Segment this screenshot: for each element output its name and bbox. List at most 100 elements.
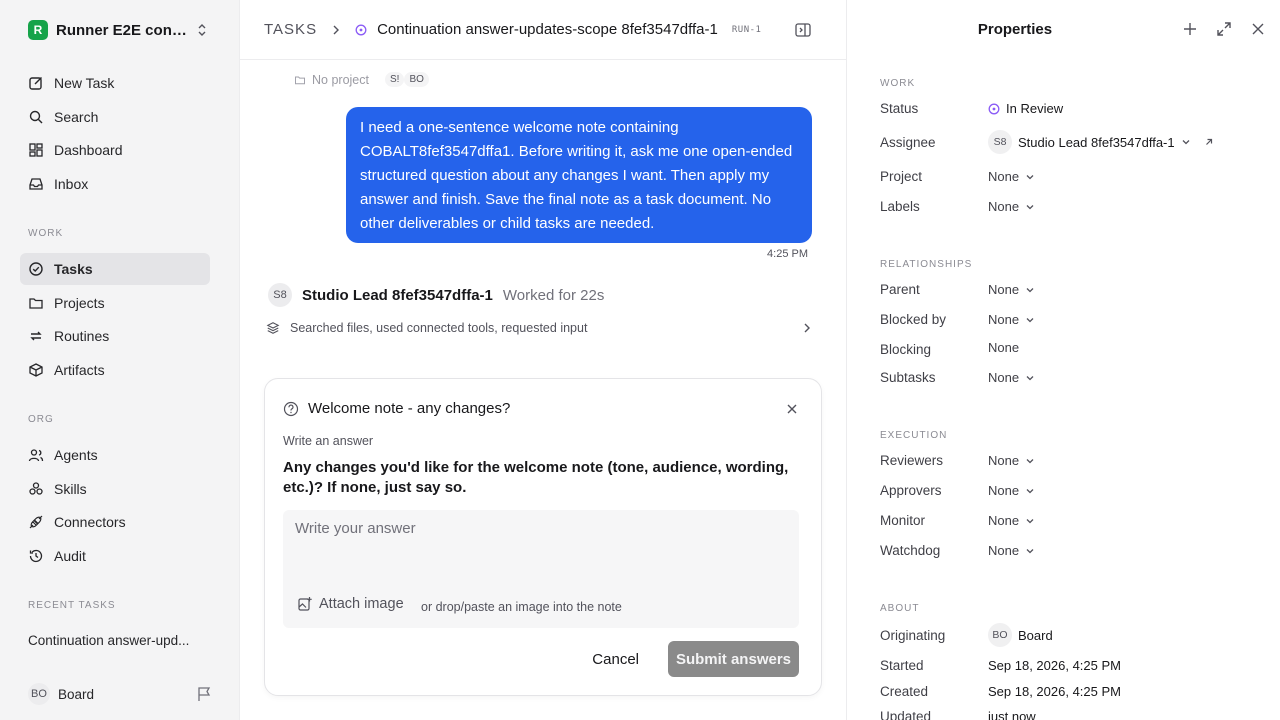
originating-name: Board (1018, 627, 1053, 643)
nav-routines[interactable]: Routines (20, 320, 210, 352)
task-main: TASKS Continuation answer-updates-scope … (240, 0, 846, 720)
subtasks-value[interactable]: None (988, 370, 1035, 385)
avatar: S8 (988, 130, 1012, 154)
question-card-header: Welcome note - any changes? (283, 400, 510, 417)
section-work-label: WORK (880, 78, 916, 89)
status-circle-icon (355, 24, 367, 35)
edit-icon (29, 77, 42, 90)
run-tag: RUN-1 (731, 24, 762, 35)
attach-hint: or drop/paste an image into the note (421, 600, 622, 614)
workspace-switcher[interactable]: R Runner E2E conti... (20, 12, 218, 48)
started-label: Started (880, 658, 924, 673)
nav-agents[interactable]: Agents (20, 439, 210, 471)
project-text: None (988, 169, 1020, 184)
check-circle-icon (29, 262, 43, 276)
reviewers-value[interactable]: None (988, 453, 1035, 468)
subtasks-label: Subtasks (880, 370, 936, 385)
nav-label: Connectors (54, 514, 126, 530)
plus-icon[interactable] (1182, 21, 1198, 37)
nav-audit[interactable]: Audit (20, 540, 210, 572)
activity-summary[interactable]: Searched files, used connected tools, re… (266, 321, 812, 335)
recent-task-item[interactable]: Continuation answer-upd... (28, 633, 189, 648)
nav-label: Dashboard (54, 142, 123, 158)
watchdog-value[interactable]: None (988, 543, 1035, 558)
chevron-down-icon (1026, 375, 1034, 380)
nav-label: Agents (54, 447, 98, 463)
panel-toggle-icon[interactable] (794, 21, 812, 39)
user-name: Board (58, 686, 95, 702)
project-value[interactable]: None (988, 169, 1035, 184)
chevron-down-icon (1026, 317, 1034, 322)
subtasks-text: None (988, 370, 1020, 385)
nav-artifacts[interactable]: Artifacts (20, 354, 210, 386)
nav-skills[interactable]: Skills (20, 473, 210, 505)
originating-value: BO Board (988, 623, 1053, 647)
question-card: Welcome note - any changes? Write an ans… (264, 378, 822, 696)
chevron-up-down-icon (198, 24, 206, 36)
nav-label: Projects (54, 295, 105, 311)
blocked-by-value[interactable]: None (988, 312, 1035, 327)
users-icon (28, 449, 44, 462)
user-menu[interactable]: BO Board (28, 683, 94, 705)
reviewers-text: None (988, 453, 1020, 468)
dashboard-icon (29, 143, 43, 157)
box-icon (29, 363, 43, 377)
nav-search[interactable]: Search (20, 101, 210, 133)
flag-icon[interactable] (196, 686, 212, 702)
nav-label: New Task (54, 75, 115, 91)
attach-label: Attach image (319, 596, 404, 612)
workspace-logo: R (28, 20, 48, 40)
nav-label: Audit (54, 548, 86, 564)
close-icon[interactable] (1250, 21, 1266, 37)
nav-new-task[interactable]: New Task (20, 67, 210, 99)
monitor-value[interactable]: None (988, 513, 1035, 528)
close-icon[interactable] (785, 402, 799, 416)
properties-panel: Properties WORK Status In Review Assigne… (846, 0, 1280, 720)
monitor-text: None (988, 513, 1020, 528)
monitor-label: Monitor (880, 513, 926, 528)
assignee-value[interactable]: S8 Studio Lead 8fef3547dffa-1 (988, 130, 1215, 154)
nav-projects[interactable]: Projects (20, 287, 210, 319)
originating-label: Originating (880, 628, 946, 643)
agent-worked-time: Worked for 22s (502, 286, 605, 304)
breadcrumb-root[interactable]: TASKS (264, 21, 317, 38)
created-value: Sep 18, 2026, 4:25 PM (988, 684, 1121, 699)
started-value: Sep 18, 2026, 4:25 PM (988, 658, 1121, 673)
attach-image-button[interactable]: Attach image (297, 596, 404, 612)
project-label: No project (312, 72, 369, 87)
agent-header: S8 Studio Lead 8fef3547dffa-1 Worked for… (268, 283, 604, 307)
inbox-icon (29, 178, 43, 190)
external-link-icon[interactable] (1203, 136, 1215, 148)
approvers-text: None (988, 483, 1020, 498)
chevron-right-icon (804, 323, 810, 333)
status-value[interactable]: In Review (988, 101, 1063, 116)
answer-input[interactable] (283, 510, 799, 586)
avatar: BO (28, 683, 50, 705)
repeat-icon (30, 331, 42, 341)
folder-icon (29, 298, 43, 309)
watchdog-text: None (988, 543, 1020, 558)
chevron-down-icon (1026, 287, 1034, 292)
reviewers-label: Reviewers (880, 453, 944, 468)
expand-icon[interactable] (1216, 21, 1232, 37)
nav-inbox[interactable]: Inbox (20, 168, 210, 200)
approvers-value[interactable]: None (988, 483, 1035, 498)
project-chip[interactable]: No project (294, 73, 369, 87)
parent-value[interactable]: None (988, 282, 1035, 297)
parent-label: Parent (880, 282, 920, 297)
avatar: S8 (268, 283, 292, 307)
submit-answers-button[interactable]: Submit answers (668, 641, 799, 677)
nav-label: Tasks (54, 261, 93, 277)
parent-text: None (988, 282, 1020, 297)
assignee-label: Assignee (880, 135, 936, 150)
watchdog-label: Watchdog (880, 543, 941, 558)
blocking-text: None (988, 340, 1020, 355)
nav-dashboard[interactable]: Dashboard (20, 134, 210, 166)
chevron-down-icon (1182, 140, 1190, 145)
workspace-name: Runner E2E conti... (56, 21, 188, 39)
nav-tasks[interactable]: Tasks (20, 253, 210, 285)
labels-value[interactable]: None (988, 199, 1035, 214)
nav-connectors[interactable]: Connectors (20, 506, 210, 538)
skills-icon (29, 482, 43, 495)
cancel-button[interactable]: Cancel (582, 641, 649, 677)
